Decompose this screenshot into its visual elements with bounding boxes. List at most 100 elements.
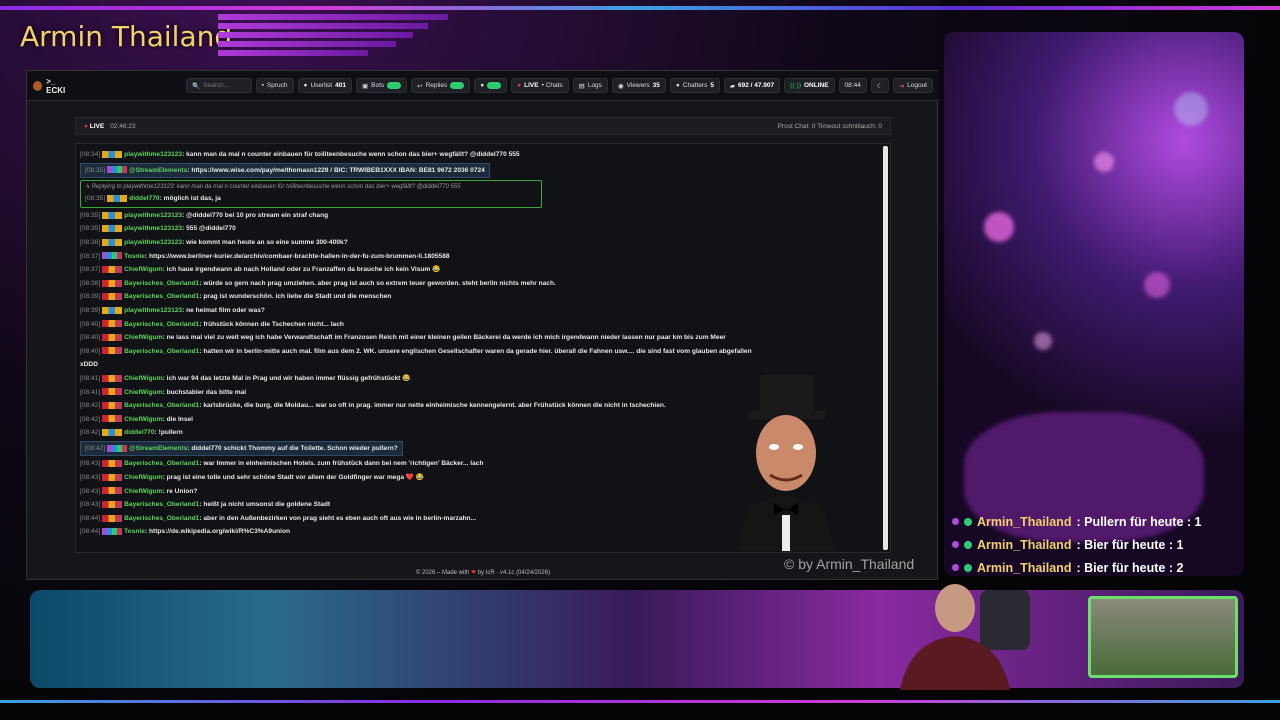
message-text: hatten wir in berlin-mitte auch mal. fil…: [203, 347, 752, 355]
message-time: [08:39]: [80, 293, 101, 301]
message-username[interactable]: ChiefWigum: [124, 375, 162, 382]
message-text: aber in den Außenbezirken von prag sieht…: [203, 514, 477, 522]
replies-toggle[interactable]: ↩ Replies: [411, 78, 471, 93]
message-username[interactable]: ChiefWigum: [124, 416, 162, 423]
logout-button[interactable]: ⇥ Logout: [892, 78, 933, 93]
message-username[interactable]: Bayerisches_Oberland1: [124, 280, 199, 287]
message-username[interactable]: playwithme123123: [124, 225, 182, 232]
message-username[interactable]: Bayerisches_Oberland1: [124, 460, 199, 467]
message-time: [08:42]: [80, 429, 101, 437]
message-time: [08:43]: [80, 501, 101, 509]
stream-overlay: Armin Thailand >_ ECKI 🔍 Search... ▪ Spruc…: [0, 0, 1280, 720]
replies-switch[interactable]: [450, 82, 465, 89]
signal-icon: ((·)): [790, 82, 801, 89]
highlighted-message: [08:42] @StreamElements: diddel770 schick…: [80, 440, 403, 457]
message-time: [08:41]: [80, 388, 101, 396]
message-username[interactable]: diddel770: [124, 429, 154, 436]
message-time: [08:35]: [80, 211, 101, 219]
mic-icon: [952, 518, 959, 525]
chat-scrollbar[interactable]: [883, 146, 888, 550]
overlay-title: Armin Thailand: [20, 20, 233, 53]
chat-message: [08:39] Bayerisches_Oberland1: prag ist w…: [80, 293, 392, 301]
live-chats-button[interactable]: ● LIVE • Chats: [511, 78, 569, 93]
mic-icon: [952, 541, 959, 548]
eye-icon: ◉: [617, 82, 624, 90]
message-username[interactable]: @StreamElements: [129, 445, 187, 452]
message-username[interactable]: playwithme123123: [124, 151, 182, 158]
viewers-badge: ◉ Viewers 35: [611, 78, 666, 93]
user-badges-icon: [102, 252, 123, 260]
message-username[interactable]: ChiefWigum: [124, 474, 162, 481]
bokeh-background-panel: [944, 32, 1244, 576]
message-username[interactable]: Bayerisches_Oberland1: [124, 348, 199, 355]
user-badges-icon: [102, 528, 123, 536]
search-input[interactable]: 🔍 Search...: [186, 78, 252, 93]
user-badges-icon: [102, 388, 123, 396]
message-username[interactable]: playwithme123123: [124, 212, 182, 219]
user-badges-icon: [102, 473, 123, 481]
reply-context: ↳ Replying to playwithme123123: kann man…: [85, 184, 461, 191]
chat-message: [08:37] ChiefWigum: ich haue irgendwann a…: [80, 265, 441, 274]
bots-toggle[interactable]: ▣ Bots: [355, 78, 408, 93]
message-time: [08:43]: [80, 474, 101, 482]
highlighted-message: [08:35] @StreamElements: https://www.wise…: [80, 162, 490, 179]
chat-message: [08:34] playwithme123123: kann man da mal…: [80, 150, 520, 158]
message-username[interactable]: Bayerisches_Oberland1: [124, 402, 199, 409]
message-username[interactable]: Bayerisches_Oberland1: [124, 321, 199, 328]
theme-toggle[interactable]: ☾: [870, 78, 889, 93]
message-time: [08:37]: [80, 266, 101, 274]
user-badges-icon: [102, 306, 123, 314]
message-username[interactable]: Bayerisches_Oberland1: [124, 293, 199, 300]
search-icon: 🔍: [192, 82, 201, 90]
mic-icon: ●: [480, 82, 485, 89]
message-username[interactable]: playwithme123123: [124, 239, 182, 246]
bots-switch[interactable]: [387, 82, 402, 89]
bottom-frame-line: [0, 700, 1280, 703]
message-text: xDDD: [80, 361, 98, 369]
message-time: [08:36]: [80, 238, 101, 246]
user-badges-icon: [102, 225, 123, 233]
message-username[interactable]: ChiefWigum: [124, 488, 162, 495]
counter-list: Armin_Thailand: Pullern für heute : 1 Arm…: [952, 510, 1242, 579]
message-text: https://de.wikipedia.org/wiki/R%C3%A9uni…: [148, 528, 291, 536]
live-status-bar: ● LIVE 02:46:23 Prost Chat: 0 Timeout sc…: [75, 117, 891, 135]
chat-bubble-icon: ▰: [730, 82, 735, 90]
message-username[interactable]: Bayerisches_Oberland1: [124, 501, 199, 508]
message-username[interactable]: playwithme123123: [124, 307, 182, 314]
message-text: !pullern: [158, 429, 183, 437]
message-username[interactable]: ChiefWigum: [124, 266, 162, 273]
user-badges-icon: [102, 487, 123, 495]
user-badges-icon: [107, 166, 128, 174]
message-username[interactable]: ChiefWigum: [124, 389, 162, 396]
title-bars: [218, 14, 448, 59]
brand[interactable]: >_ ECKI: [33, 77, 74, 95]
message-time: [08:34]: [80, 151, 101, 158]
message-text: ich haue irgendwann ab nach Holland oder…: [166, 266, 441, 274]
uptime: 02:46:23: [110, 122, 136, 130]
userlist-button[interactable]: ● Userlist 401: [297, 78, 352, 93]
counter-row: Armin_Thailand: Bier für heute : 1: [952, 533, 1242, 556]
message-username[interactable]: Tosnie: [124, 528, 145, 535]
message-text: frühstück können die Tschechen nicht... …: [203, 320, 344, 328]
message-username[interactable]: @StreamElements: [129, 167, 187, 174]
spruch-button[interactable]: ▪ Spruch: [255, 78, 294, 93]
message-username[interactable]: Tosnie: [124, 253, 145, 260]
counter-user: Armin_Thailand: [977, 514, 1072, 529]
live-dot-icon: ●: [517, 82, 522, 89]
message-time: [08:35]: [85, 195, 106, 203]
message-username[interactable]: ChiefWigum: [124, 334, 162, 341]
quote-icon: ▪: [261, 82, 264, 89]
mic-toggle[interactable]: ●: [474, 78, 508, 93]
logs-button[interactable]: ▤ Logs: [572, 78, 608, 93]
message-username[interactable]: diddel770: [129, 195, 159, 202]
message-time: [08:44]: [80, 514, 101, 522]
mic-switch[interactable]: [487, 82, 502, 89]
message-text: die Insel: [166, 415, 193, 423]
message-time: [08:40]: [80, 347, 101, 355]
chat-message: ↳ Replying to playwithme123123: kann man…: [80, 180, 542, 208]
message-text: ne heimat film oder was?: [186, 306, 265, 314]
message-username[interactable]: Bayerisches_Oberland1: [124, 515, 199, 522]
message-text: war Immer in einheimischen Hotels. zum f…: [203, 460, 484, 468]
logs-icon: ▤: [578, 82, 585, 90]
brand-avatar: [33, 80, 43, 91]
